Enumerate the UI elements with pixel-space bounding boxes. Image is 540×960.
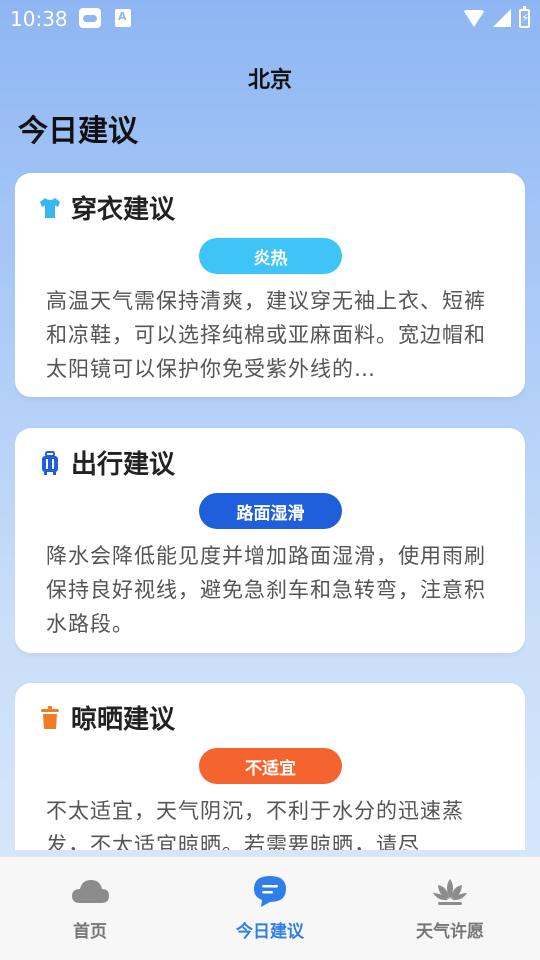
status-badge: 炎热 [199, 238, 342, 274]
status-time: 10:38 [10, 7, 68, 31]
chat-icon [250, 873, 290, 909]
nav-item-wish[interactable]: 天气许愿 [360, 857, 540, 960]
card-header: 出行建议 [37, 444, 175, 481]
card-header: 穿衣建议 [37, 189, 175, 226]
card-drying[interactable]: 晾晒建议 不适宜 不太适宜，天气阴沉，不利于水分的迅速蒸发，不太适宜晾晒。若需要… [15, 683, 525, 850]
city-title: 北京 [247, 68, 292, 93]
card-text: 不太适宜，天气阴沉，不利于水分的迅速蒸发，不太适宜晾晒。若需要晾晒，请尽 [46, 799, 464, 850]
nav-item-advice[interactable]: 今日建议 [180, 857, 360, 960]
hanger-icon [37, 705, 63, 731]
status-right: ⚡ [463, 5, 530, 29]
page-title: 今日建议 [18, 114, 138, 149]
wifi-icon [463, 9, 485, 27]
a-icon: A [115, 9, 131, 27]
advice-list[interactable]: 穿衣建议 炎热 高温天气需保持清爽，建议穿无袖上衣、短裤和凉鞋，可以选择纯棉或亚… [15, 173, 525, 850]
card-text: 高温天气需保持清爽，建议穿无袖上衣、短裤和凉鞋，可以选择纯棉或亚麻面料。宽边帽和… [46, 289, 486, 381]
card-header: 晾晒建议 [37, 699, 175, 736]
cloud-icon [79, 8, 101, 28]
cloud-icon [70, 873, 110, 909]
status-bar: 10:38 A ⚡ [0, 0, 540, 36]
card-travel[interactable]: 出行建议 路面湿滑 降水会降低能见度并增加路面湿滑，使用雨刷保持良好视线，避免急… [15, 428, 525, 653]
bottom-nav: 首页 今日建议 天气许愿 [0, 856, 540, 960]
signal-icon [493, 9, 511, 27]
shirt-icon [37, 195, 63, 221]
nav-label: 天气许愿 [416, 922, 484, 942]
nav-label: 今日建议 [236, 922, 304, 942]
card-clothing[interactable]: 穿衣建议 炎热 高温天气需保持清爽，建议穿无袖上衣、短裤和凉鞋，可以选择纯棉或亚… [15, 173, 525, 397]
nav-item-home[interactable]: 首页 [0, 857, 180, 960]
card-title: 晾晒建议 [71, 705, 176, 735]
status-badge: 路面湿滑 [199, 493, 342, 529]
nav-label: 首页 [73, 922, 107, 942]
lotus-icon [430, 873, 470, 909]
luggage-icon [37, 450, 63, 476]
card-title: 穿衣建议 [71, 195, 176, 225]
card-text: 降水会降低能见度并增加路面湿滑，使用雨刷保持良好视线，避免急刹车和急转弯，注意积… [46, 544, 486, 636]
status-badge: 不适宜 [199, 748, 342, 784]
battery-icon: ⚡ [519, 5, 530, 28]
card-title: 出行建议 [71, 450, 176, 480]
